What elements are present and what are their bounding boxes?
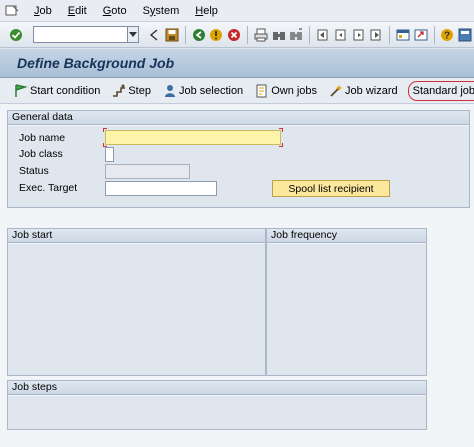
start-condition-button[interactable]: Start condition: [0, 81, 106, 101]
toolbar-separator: [309, 25, 311, 44]
job-start-group: Job start: [7, 228, 266, 376]
job-wizard-icon: [329, 84, 343, 98]
menu-help[interactable]: Help: [187, 5, 226, 17]
window-menu-icon[interactable]: [4, 4, 20, 18]
menu-system[interactable]: System: [135, 5, 188, 17]
focus-corner: [279, 128, 283, 132]
general-data-group: General data Job name Job class Status E…: [7, 110, 470, 208]
cancel-red-icon[interactable]: [226, 26, 242, 44]
title-bar: Define Background Job: [0, 49, 474, 78]
create-session-icon[interactable]: [395, 26, 411, 44]
job-class-field[interactable]: [105, 147, 114, 162]
save-icon[interactable]: [164, 26, 180, 44]
focus-corner: [279, 143, 283, 147]
menu-job[interactable]: Job: [26, 5, 60, 17]
spool-list-recipient-button[interactable]: Spool list recipient: [272, 180, 390, 197]
standard-toolbar: ?: [0, 22, 474, 48]
job-name-field[interactable]: [105, 130, 281, 145]
command-field[interactable]: [32, 26, 128, 43]
job-name-label: Job name: [19, 132, 66, 144]
step-icon: [112, 84, 126, 98]
standard-jobs-button[interactable]: Standard jobs: [407, 80, 474, 101]
back-arrow-icon[interactable]: [146, 26, 162, 44]
menu-goto[interactable]: Goto: [95, 5, 135, 17]
job-class-label: Job class: [19, 148, 63, 160]
step-button[interactable]: Step: [106, 81, 157, 101]
start-condition-icon: [14, 83, 28, 98]
status-field: [105, 164, 190, 179]
job-frequency-header: Job frequency: [267, 229, 426, 243]
toolbar-separator: [389, 25, 391, 44]
own-jobs-icon: [255, 84, 269, 98]
exec-target-label: Exec. Target: [19, 182, 78, 194]
back-green-icon[interactable]: [191, 26, 207, 44]
last-page-icon[interactable]: [368, 26, 384, 44]
menu-edit[interactable]: Edit: [60, 5, 95, 17]
application-toolbar: Start condition Step Job selection Own j…: [0, 78, 474, 104]
job-selection-button[interactable]: Job selection: [157, 81, 249, 101]
toolbar-separator: [246, 25, 248, 44]
menu-bar: Job Edit Goto System Help: [0, 0, 474, 22]
previous-page-icon[interactable]: [333, 26, 349, 44]
job-steps-header: Job steps: [8, 381, 426, 395]
find-icon[interactable]: [271, 26, 287, 44]
toolbar-separator: [433, 25, 435, 44]
general-data-body: Job name Job class Status Exec. Target S…: [8, 126, 469, 207]
own-jobs-button[interactable]: Own jobs: [249, 81, 323, 101]
job-wizard-button[interactable]: Job wizard: [323, 81, 404, 101]
job-frequency-group: Job frequency: [266, 228, 427, 376]
toolbar-separator: [184, 25, 186, 44]
next-page-icon[interactable]: [351, 26, 367, 44]
print-icon[interactable]: [253, 26, 269, 44]
exec-target-field[interactable]: [105, 181, 217, 196]
find-next-icon[interactable]: [288, 26, 304, 44]
status-label: Status: [19, 165, 49, 177]
enter-checkmark-icon[interactable]: [8, 26, 24, 44]
svg-text:?: ?: [444, 30, 450, 41]
job-steps-body: [8, 396, 426, 429]
shortcut-icon[interactable]: [413, 26, 429, 44]
customize-layout-icon[interactable]: [457, 26, 473, 44]
job-steps-group: Job steps: [7, 380, 427, 430]
command-dropdown-icon[interactable]: [127, 26, 140, 43]
focus-corner: [103, 128, 107, 132]
content-area: General data Job name Job class Status E…: [0, 104, 474, 447]
job-start-body: [8, 244, 265, 375]
general-data-header: General data: [8, 111, 469, 125]
first-page-icon[interactable]: [315, 26, 331, 44]
job-frequency-body: [267, 244, 426, 375]
page-title: Define Background Job: [17, 55, 175, 71]
help-icon[interactable]: ?: [440, 26, 456, 44]
job-selection-icon: [163, 84, 177, 98]
exit-yellow-icon[interactable]: [208, 26, 224, 44]
job-start-header: Job start: [8, 229, 265, 243]
